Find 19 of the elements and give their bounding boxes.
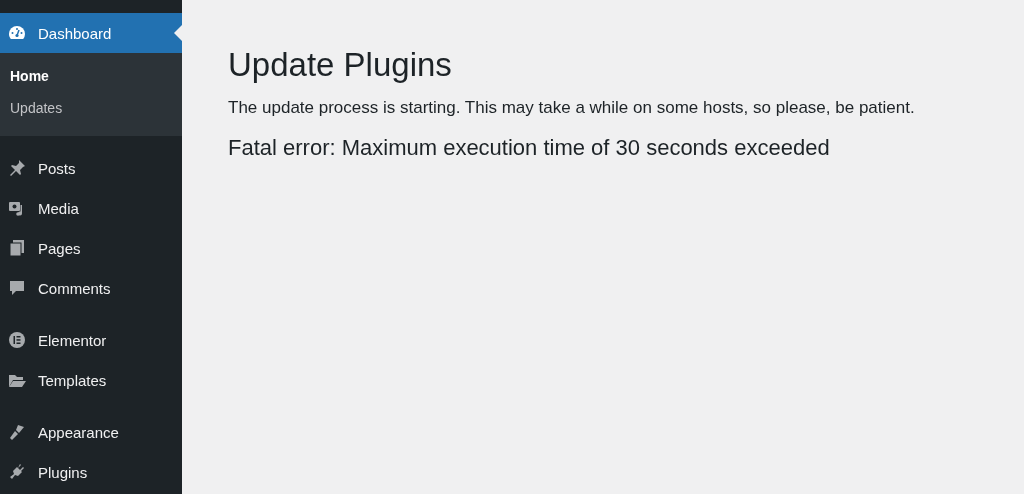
pointer-notch bbox=[174, 25, 182, 41]
menu-item[interactable]: Plugins bbox=[0, 452, 182, 492]
e-circle-icon bbox=[7, 330, 27, 350]
status-message: The update process is starting. This may take a while on some hosts, so please, be patient. bbox=[228, 98, 916, 118]
submenu-item[interactable]: Home bbox=[0, 60, 182, 92]
speech-bubble-icon bbox=[7, 278, 27, 298]
menu-item[interactable]: Elementor bbox=[0, 320, 182, 360]
page-title: Update Plugins bbox=[228, 46, 453, 84]
menu-item[interactable]: Media bbox=[0, 188, 182, 228]
submenu-item[interactable]: Updates bbox=[0, 92, 182, 124]
menu-item[interactable]: Dashboard bbox=[0, 13, 182, 53]
paintbrush-icon bbox=[7, 422, 27, 442]
menu-item[interactable]: Comments bbox=[0, 268, 182, 308]
pages-icon bbox=[7, 238, 27, 258]
menu-item[interactable]: Templates bbox=[0, 360, 182, 400]
menu-item[interactable]: Posts bbox=[0, 148, 182, 188]
menu-item[interactable]: Appearance bbox=[0, 412, 182, 452]
error-message: Fatal error: Maximum execution time of 30 seconds exceeded bbox=[228, 135, 831, 161]
menu-item[interactable]: Pages bbox=[0, 228, 182, 268]
